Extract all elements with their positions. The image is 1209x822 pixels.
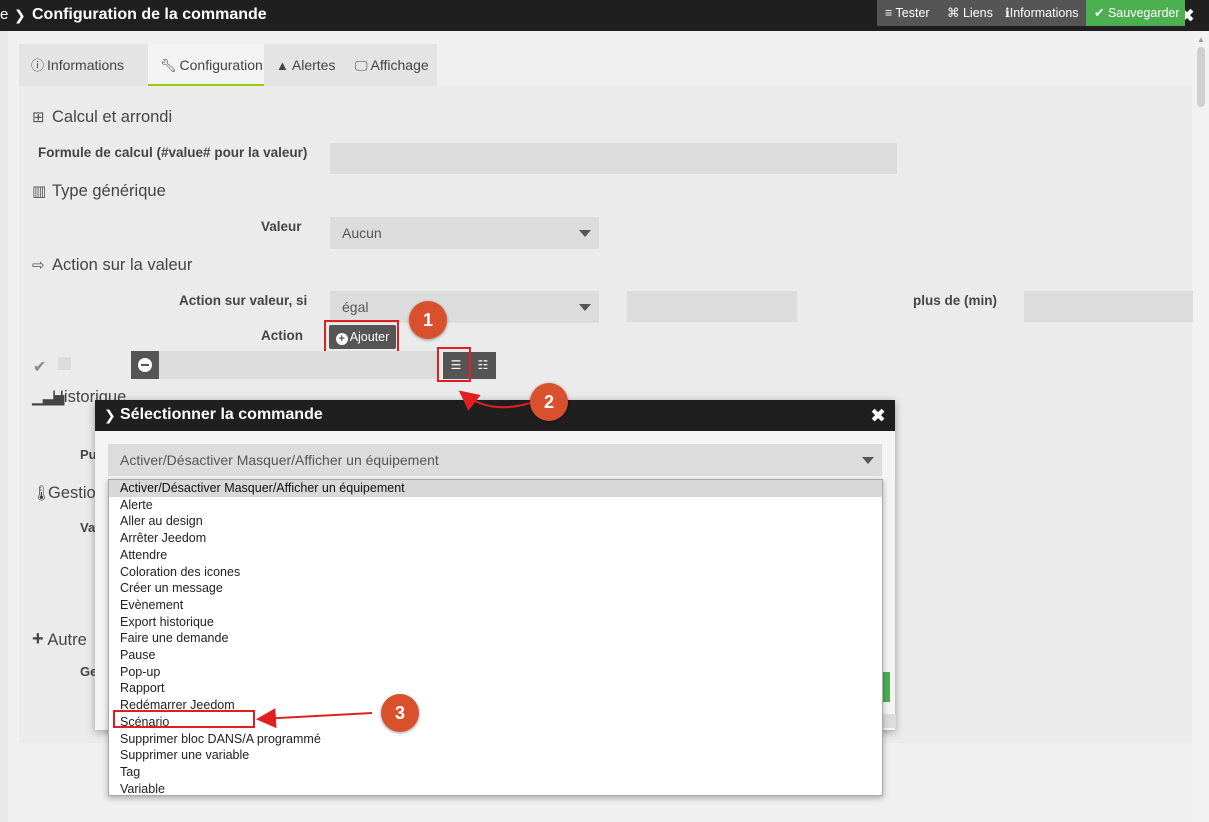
action-value-input[interactable] [627, 291, 797, 322]
wrench-icon: 🔧︎ [160, 58, 177, 73]
check-circle-icon: ✔ [1094, 6, 1105, 20]
plus-de-input[interactable] [1024, 291, 1193, 322]
warning-icon: ▲ [276, 58, 289, 73]
select-command-button[interactable]: ☷ [470, 352, 496, 379]
info-circle-icon: ⓘ [31, 58, 45, 73]
chevron-right-icon: ❯ [104, 407, 116, 423]
command-dropdown[interactable]: Activer/Désactiver Masquer/Afficher un é… [108, 479, 883, 796]
scrollbar[interactable]: ▲ [1193, 31, 1209, 822]
scrollbar-thumb[interactable] [1197, 47, 1205, 107]
list-item[interactable]: Pop-up [109, 664, 882, 681]
tab-affichage[interactable]: 🖵︎ Affichage [343, 44, 437, 86]
list-item[interactable]: Aller au design [109, 513, 882, 530]
checkbox[interactable] [58, 357, 71, 370]
tab-alertes[interactable]: ▲ Alertes [264, 44, 343, 86]
annotation-badge-2: 2 [530, 383, 568, 421]
liens-button[interactable]: ⌘ Liens [939, 0, 997, 26]
caret-down-icon [862, 457, 874, 464]
list-item[interactable]: Rapport [109, 680, 882, 697]
list-item[interactable]: Faire une demande [109, 630, 882, 647]
section-gestion: 🌡︎Gestio [32, 484, 96, 502]
background-list-edge [0, 31, 8, 822]
window-title: Configuration de la commande [32, 6, 267, 23]
bar-chart-icon: ▁▃▅ [32, 389, 65, 405]
list-item[interactable]: Supprimer une variable [109, 747, 882, 764]
background-field-edge [882, 714, 896, 728]
action-si-select[interactable]: égal [330, 291, 599, 323]
section-calcul: ⊞ Calcul et arrondi [32, 108, 173, 126]
check-icon: ✔ [33, 359, 47, 376]
action-label: Action [261, 328, 303, 343]
list-item[interactable]: Pause [109, 647, 882, 664]
thermometer-icon: 🌡︎ [32, 485, 52, 502]
scroll-up-icon[interactable]: ▲ [1197, 35, 1205, 44]
annotation-badge-3: 3 [381, 694, 419, 732]
section-type: ▥ Type générique [32, 182, 166, 200]
list-item[interactable]: Supprimer bloc DANS/A programmé [109, 731, 882, 748]
section-autres: + Autre [32, 628, 87, 650]
plus-de-label: plus de (min) [913, 293, 997, 308]
highlight-box-1 [324, 320, 399, 353]
modal-validate-button-edge[interactable] [882, 672, 890, 702]
minus-circle-icon [138, 358, 152, 372]
behind-label-va: Va [80, 520, 96, 535]
rss-icon: ≡ [885, 6, 893, 20]
plus-icon: + [32, 628, 44, 650]
links-icon: ⌘ [947, 6, 960, 20]
tab-informations[interactable]: ⓘ Informations [19, 44, 148, 86]
left-edge-glyph: e [0, 6, 9, 23]
list-item[interactable]: Variable [109, 781, 882, 798]
close-icon[interactable]: ✖ [870, 405, 886, 428]
formule-input[interactable] [330, 143, 897, 174]
list-item[interactable]: Export historique [109, 614, 882, 631]
remove-action-button[interactable] [131, 351, 159, 379]
building-icon: ▥ [32, 183, 47, 200]
sauvegarder-button[interactable]: ✔ Sauvegarder [1086, 0, 1185, 26]
chevron-right-icon: ❯ [14, 7, 26, 23]
tester-button[interactable]: ≡ Tester [877, 0, 939, 26]
highlight-box-2 [437, 347, 471, 382]
list-icon: ☷ [477, 358, 489, 372]
list-item[interactable]: Evènement [109, 597, 882, 614]
list-item[interactable]: Créer un message [109, 580, 882, 597]
modal-title: Sélectionner la commande [120, 406, 323, 423]
caret-down-icon [579, 304, 591, 311]
annotation-badge-1: 1 [409, 301, 447, 339]
sign-out-icon: ⇨ [32, 257, 45, 274]
valeur-select[interactable]: Aucun [330, 217, 599, 249]
list-item[interactable]: Activer/Désactiver Masquer/Afficher un é… [109, 480, 882, 497]
list-item[interactable]: Tag [109, 764, 882, 781]
formule-label: Formule de calcul (#value# pour la valeu… [38, 145, 308, 160]
list-item[interactable]: Arrêter Jeedom [109, 530, 882, 547]
action-si-label: Action sur valeur, si [179, 293, 308, 308]
informations-button[interactable]: ℹInformations [997, 0, 1086, 26]
section-action: ⇨ Action sur la valeur [32, 256, 193, 274]
table-icon: ⊞ [32, 109, 45, 126]
action-command-input[interactable] [159, 351, 438, 379]
command-select[interactable]: Activer/Désactiver Masquer/Afficher un é… [108, 444, 882, 476]
caret-down-icon [579, 230, 591, 237]
list-item[interactable]: Attendre [109, 547, 882, 564]
monitor-icon: 🖵︎ [355, 58, 368, 73]
highlight-box-3 [113, 710, 255, 728]
valeur-label: Valeur [261, 219, 302, 234]
list-item[interactable]: Alerte [109, 497, 882, 514]
tab-configuration[interactable]: 🔧︎ Configuration [148, 44, 264, 86]
list-item[interactable]: Coloration des icones [109, 564, 882, 581]
modal-header: ❯ Sélectionner la commande ✖ [95, 400, 895, 431]
